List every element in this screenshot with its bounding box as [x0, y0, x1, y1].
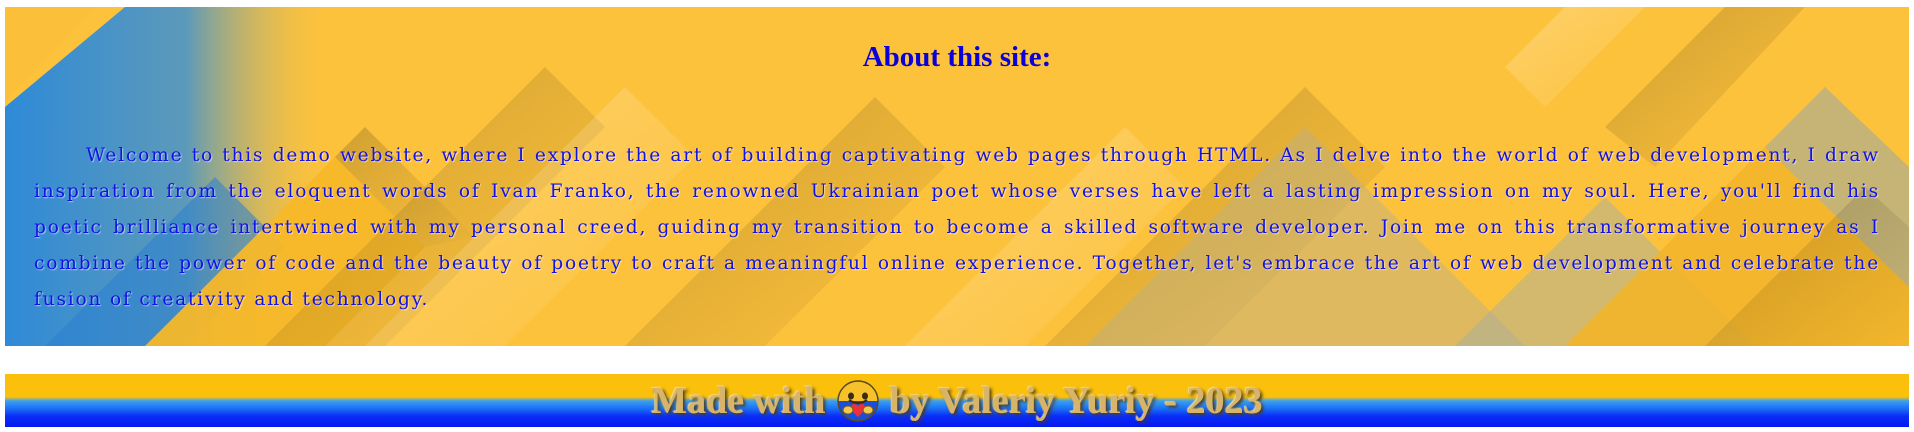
about-title: About this site: [862, 41, 1052, 73]
about-section: About this site: Welcome to this demo we… [5, 7, 1909, 346]
footer: Made with by Valeriy Yuriy - 2023 [5, 374, 1909, 427]
footer-prefix: Made with [651, 379, 826, 422]
about-description: Welcome to this demo website, where I ex… [34, 145, 1880, 310]
ukraine-heart-emoji-icon [836, 379, 879, 422]
footer-credit: Made with by Valeriy Yuriy - 2023 [5, 374, 1909, 427]
footer-suffix: by Valeriy Yuriy - 2023 [889, 379, 1263, 422]
